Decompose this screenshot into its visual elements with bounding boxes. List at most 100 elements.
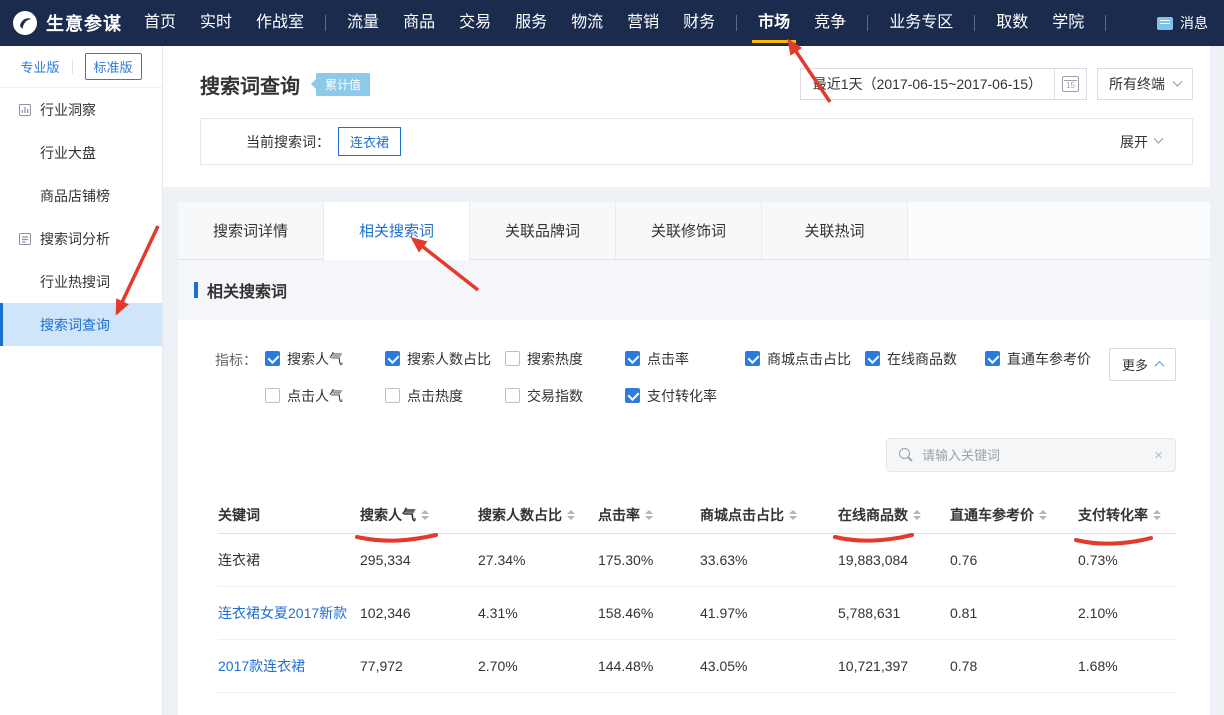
message-icon (1157, 17, 1173, 30)
sort-icon[interactable] (789, 510, 797, 520)
nav-item-realtime[interactable]: 实时 (200, 0, 232, 46)
sort-icon[interactable] (1039, 510, 1047, 520)
current-search-term-chip[interactable]: 连衣裙 (338, 127, 401, 156)
filter-ppc-reference-price[interactable]: 直通车参考价 (985, 348, 1105, 369)
filter-search-user-ratio[interactable]: 搜索人数占比 (385, 348, 505, 369)
filter-click-rate[interactable]: 点击率 (625, 348, 745, 369)
value-cell: 0.78 (950, 658, 1078, 674)
tab-related-brand-words[interactable]: 关联品牌词 (470, 202, 616, 259)
sort-icon[interactable] (913, 510, 921, 520)
more-button-label: 更多 (1122, 355, 1148, 374)
nav-divider (736, 15, 737, 31)
value-cell: 0.73% (1078, 552, 1176, 568)
col-search-user-ratio[interactable]: 搜索人数占比 (478, 505, 598, 525)
col-online-products[interactable]: 在线商品数 (838, 505, 950, 525)
clear-icon[interactable]: × (1154, 448, 1163, 463)
checkbox-icon (385, 351, 400, 366)
nav-item-messages[interactable]: 消息 (1157, 13, 1208, 33)
nav-divider (1105, 15, 1106, 31)
nav-item-products[interactable]: 商品 (403, 0, 435, 46)
brand[interactable]: 生意参谋 (12, 10, 122, 36)
sidebar-item-industry-overview[interactable]: 行业大盘 (0, 131, 162, 174)
keyword-cell: 连衣裙 (218, 550, 360, 570)
value-cell: 2.70% (478, 658, 598, 674)
checkbox-icon (865, 351, 880, 366)
tab-related-modifier-words[interactable]: 关联修饰词 (616, 202, 762, 259)
col-payment-conversion[interactable]: 支付转化率 (1078, 505, 1176, 525)
metric-filters-label: 指标： (215, 350, 257, 406)
version-tabs: 专业版 标准版 (0, 46, 162, 88)
sidebar-item-search-word-query[interactable]: 搜索词查询 (0, 303, 162, 346)
nav-item-services[interactable]: 服务 (515, 0, 547, 46)
sidebar-item-product-shop-ranking[interactable]: 商品店铺榜 (0, 174, 162, 217)
version-tab-professional[interactable]: 专业版 (20, 57, 59, 76)
nav-item-data-extract[interactable]: 取数 (996, 0, 1028, 46)
checkbox-icon (625, 388, 640, 403)
col-search-popularity[interactable]: 搜索人气 (360, 505, 478, 525)
filter-click-heat[interactable]: 点击热度 (385, 385, 505, 406)
col-ppc-reference-price[interactable]: 直通车参考价 (950, 505, 1078, 525)
tab-related-search-words[interactable]: 相关搜索词 (324, 202, 470, 259)
nav-item-business-zone[interactable]: 业务专区 (889, 0, 953, 46)
date-range-selector[interactable]: 最近1天（2017-06-15~2017-06-15） (800, 68, 1055, 100)
col-mall-click-ratio[interactable]: 商城点击占比 (700, 505, 838, 525)
nav-item-transactions[interactable]: 交易 (459, 0, 491, 46)
sidebar-item-industry-hot-words[interactable]: 行业热搜词 (0, 260, 162, 303)
keyword-link[interactable]: 连衣裙女夏2017新款 (218, 603, 360, 623)
sort-icon[interactable] (567, 510, 575, 520)
nav-item-logistics[interactable]: 物流 (571, 0, 603, 46)
main-content: 搜索词查询 累计值 最近1天（2017-06-15~2017-06-15） 15… (163, 46, 1224, 715)
filter-search-heat[interactable]: 搜索热度 (505, 348, 625, 369)
nav-item-home[interactable]: 首页 (144, 0, 176, 46)
date-range-label: 最近1天（2017-06-15~2017-06-15） (813, 74, 1042, 94)
sort-icon[interactable] (1153, 510, 1161, 520)
nav-item-finance[interactable]: 财务 (683, 0, 715, 46)
version-tab-standard[interactable]: 标准版 (85, 53, 142, 80)
keyword-link[interactable]: 2017款连衣裙 (218, 656, 360, 676)
checkbox-icon (505, 388, 520, 403)
filter-click-popularity[interactable]: 点击人气 (265, 385, 385, 406)
filter-search-popularity[interactable]: 搜索人气 (265, 348, 385, 369)
checkbox-label: 搜索热度 (527, 349, 583, 369)
sidebar-item-label: 搜索词查询 (40, 315, 110, 335)
sidebar-item-label: 行业大盘 (40, 143, 96, 163)
filter-transaction-index[interactable]: 交易指数 (505, 385, 625, 406)
expand-toggle[interactable]: 展开 (1120, 132, 1162, 152)
content-card: 搜索词详情 相关搜索词 关联品牌词 关联修饰词 关联热词 相关搜索词 指标： 搜… (178, 202, 1210, 715)
calendar-button[interactable]: 15 (1055, 68, 1087, 100)
cumulative-value-badge: 累计值 (316, 73, 370, 96)
more-button[interactable]: 更多 (1109, 348, 1176, 381)
terminal-select-value: 所有终端 (1109, 74, 1165, 94)
sidebar-item-label: 行业洞察 (40, 100, 96, 120)
sidebar-item-label: 行业热搜词 (40, 272, 110, 292)
tab-search-word-detail[interactable]: 搜索词详情 (178, 202, 324, 259)
terminal-select[interactable]: 所有终端 (1097, 68, 1193, 100)
nav-item-traffic[interactable]: 流量 (347, 0, 379, 46)
sidebar-item-industry-insight[interactable]: 行业洞察 (0, 88, 162, 131)
keyword-search-box[interactable]: × (886, 438, 1176, 472)
checkbox-icon (265, 388, 280, 403)
nav-item-market[interactable]: 市场 (758, 0, 790, 46)
nav-item-competition[interactable]: 竞争 (814, 0, 846, 46)
sidebar-item-search-word-analysis[interactable]: 搜索词分析 (0, 217, 162, 260)
checkbox-label: 在线商品数 (887, 349, 957, 369)
nav-item-marketing[interactable]: 营销 (627, 0, 659, 46)
filter-online-products[interactable]: 在线商品数 (865, 348, 985, 369)
tab-related-hot-words[interactable]: 关联热词 (762, 202, 908, 259)
table-header-row: 关键词 搜索人气 搜索人数占比 点击率 商城点击占比 在线商品数 直通车参考价 … (218, 496, 1176, 534)
filter-payment-conversion[interactable]: 支付转化率 (625, 385, 745, 406)
checkbox-icon (625, 351, 640, 366)
col-click-rate[interactable]: 点击率 (598, 505, 700, 525)
nav-item-academy[interactable]: 学院 (1052, 0, 1084, 46)
tab-label: 关联品牌词 (505, 220, 580, 241)
related-search-words-table: 关键词 搜索人气 搜索人数占比 点击率 商城点击占比 在线商品数 直通车参考价 … (218, 496, 1176, 693)
checkbox-label: 点击率 (647, 349, 689, 369)
filter-mall-click-ratio[interactable]: 商城点击占比 (745, 348, 865, 369)
checkbox-label: 直通车参考价 (1007, 349, 1091, 369)
page-title: 搜索词查询 (200, 70, 300, 99)
nav-divider (867, 15, 868, 31)
nav-item-war-room[interactable]: 作战室 (256, 0, 304, 46)
keyword-search-input[interactable] (922, 448, 1145, 463)
sort-icon[interactable] (645, 510, 653, 520)
sort-icon[interactable] (421, 510, 429, 520)
